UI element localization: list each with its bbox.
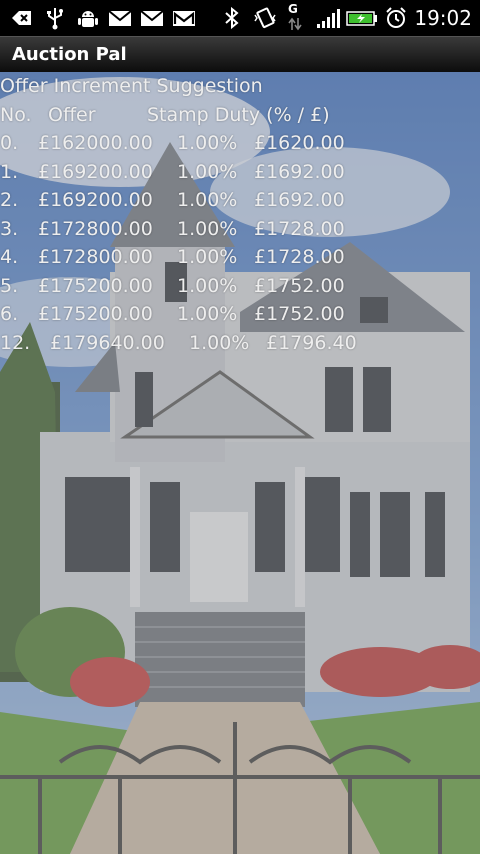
vibrate-icon (252, 6, 278, 34)
clock: 19:02 (414, 6, 472, 30)
row-duty: £1796.40 (266, 331, 357, 354)
row-offer: £179640.00 (50, 331, 165, 354)
row-number: 5. (0, 274, 19, 297)
table-row: 3. £172800.00 1.00% £1728.00 (0, 215, 480, 244)
row-number: 2. (0, 189, 19, 211)
app-title: Auction Pal (12, 44, 127, 65)
signal-icon (316, 6, 342, 34)
row-duty: £1752.00 (254, 274, 345, 297)
row-offer: £175200.00 (38, 303, 153, 325)
row-number: 0. (0, 132, 19, 154)
table-row: 0. £162000.00 1.00% £1620.00 (0, 129, 480, 158)
table-row: 5. £175200.00 1.00% £1752.00 (0, 272, 480, 301)
row-offer: £162000.00 (38, 132, 153, 154)
row-duty: £1620.00 (254, 132, 345, 154)
table-row: 12. £179640.00 1.00% £1796.40 (0, 329, 480, 358)
android-debug-icon (76, 6, 100, 34)
column-header-stamp-duty: Stamp Duty (% / £) (147, 103, 330, 126)
title-bar: Auction Pal (0, 36, 480, 73)
row-percent: 1.00% (177, 274, 238, 297)
alarm-icon (384, 6, 408, 34)
row-duty: £1752.00 (254, 303, 345, 325)
row-percent: 1.00% (177, 246, 238, 268)
row-number: 3. (0, 217, 19, 240)
table-header: No. Offer Stamp Duty (% / £) (0, 101, 480, 130)
section-heading: Offer Increment Suggestion (0, 75, 263, 97)
row-number: 4. (0, 246, 19, 268)
row-percent: 1.00% (177, 217, 238, 240)
content-area: Offer Increment Suggestion No. Offer Sta… (0, 72, 480, 854)
data-arrows-icon (288, 16, 302, 36)
row-offer: £175200.00 (38, 274, 153, 297)
table-row: 6. £175200.00 1.00% £1752.00 (0, 300, 480, 329)
column-header-offer: Offer (48, 103, 96, 126)
row-number: 6. (0, 303, 19, 325)
row-percent: 1.00% (177, 132, 238, 154)
row-offer: £169200.00 (38, 189, 153, 211)
row-duty: £1728.00 (254, 217, 345, 240)
signal-type: G (288, 2, 298, 16)
row-percent: 1.00% (177, 189, 238, 211)
row-number: 12. (0, 331, 31, 354)
row-duty: £1728.00 (254, 246, 345, 268)
mail-icon (140, 6, 164, 34)
usb-icon (44, 6, 66, 34)
table-row: 1. £169200.00 1.00% £1692.00 (0, 158, 480, 187)
row-percent: 1.00% (177, 160, 238, 183)
table-row: 4. £172800.00 1.00% £1728.00 (0, 243, 480, 272)
row-offer: £172800.00 (38, 246, 153, 268)
row-offer: £172800.00 (38, 217, 153, 240)
row-percent: 1.00% (189, 331, 250, 354)
row-duty: £1692.00 (254, 160, 345, 183)
gmail-icon (172, 6, 196, 34)
back-icon (10, 6, 34, 34)
column-header-no: No. (0, 103, 32, 126)
row-number: 1. (0, 160, 19, 183)
row-percent: 1.00% (177, 303, 238, 325)
row-duty: £1692.00 (254, 189, 345, 211)
bluetooth-icon (222, 6, 242, 34)
mail-icon (108, 6, 132, 34)
status-bar: G 19:02 (0, 0, 480, 36)
table-row: 2. £169200.00 1.00% £1692.00 (0, 186, 480, 215)
offer-suggestion-panel: Offer Increment Suggestion No. Offer Sta… (0, 72, 480, 357)
row-offer: £169200.00 (38, 160, 153, 183)
battery-icon (346, 6, 378, 34)
